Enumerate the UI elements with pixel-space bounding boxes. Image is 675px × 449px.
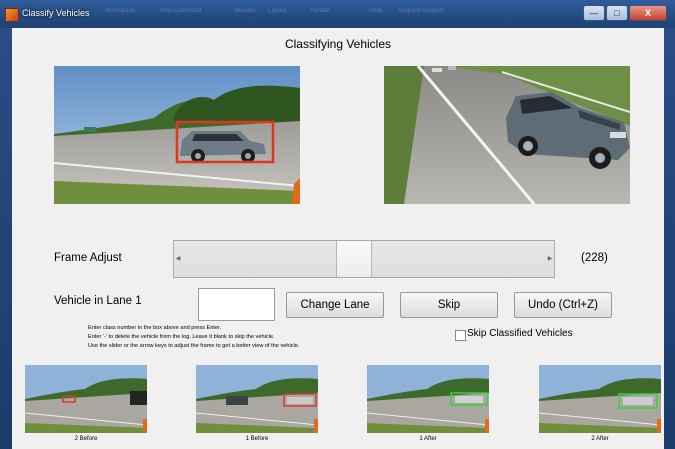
window-title: Classify Vehicles bbox=[22, 8, 90, 18]
minimize-button[interactable]: — bbox=[583, 5, 605, 21]
background-menu-item: Parallel bbox=[310, 8, 331, 14]
thumbnail-2-after bbox=[539, 365, 661, 433]
background-menu-item: Variable bbox=[234, 8, 256, 14]
thumbnail-caption: 2 After bbox=[591, 436, 609, 442]
app-window: Classify Vehicles Workspace New Command … bbox=[0, 0, 675, 449]
skip-classified-label: Skip Classified Vehicles bbox=[467, 328, 573, 339]
instruction-line: Enter '-' to delete the vehicle from the… bbox=[88, 334, 275, 340]
thumbnail-2-before bbox=[25, 365, 147, 433]
background-menu-item: Request Support bbox=[398, 8, 444, 14]
background-menu-item: Layout bbox=[268, 8, 287, 14]
current-frame-image bbox=[54, 66, 300, 204]
thumbnail-caption: 2 Before bbox=[74, 436, 98, 442]
thumbnail-caption: 1 After bbox=[419, 436, 437, 442]
change-lane-button[interactable]: Change Lane bbox=[286, 292, 384, 318]
class-number-input[interactable] bbox=[198, 288, 275, 321]
thumbnail-1-before bbox=[196, 365, 318, 433]
matlab-logo-icon bbox=[5, 8, 19, 22]
slider-right-arrow-icon[interactable]: ▶ bbox=[546, 241, 554, 277]
window-controls: — □ X bbox=[582, 5, 667, 21]
slider-thumb[interactable] bbox=[336, 241, 373, 277]
figure-panel: Classifying Vehicles Frame Adjust ◀ ▶ (2… bbox=[12, 28, 664, 449]
frame-number: (228) bbox=[581, 252, 608, 264]
vehicle-lane-label: Vehicle in Lane 1 bbox=[54, 295, 142, 307]
close-button[interactable]: X bbox=[629, 5, 667, 21]
instruction-line: Use the slider or the arrow keys to adju… bbox=[88, 343, 300, 349]
background-menu-item: New Command bbox=[160, 8, 202, 14]
skip-classified-checkbox[interactable] bbox=[455, 330, 466, 341]
frame-adjust-label: Frame Adjust bbox=[54, 252, 122, 264]
background-menu-item: Help bbox=[370, 8, 383, 14]
undo-button[interactable]: Undo (Ctrl+Z) bbox=[514, 292, 612, 318]
instruction-line: Enter class number in the box above and … bbox=[88, 325, 222, 331]
skip-button[interactable]: Skip bbox=[400, 292, 498, 318]
slider-left-arrow-icon[interactable]: ◀ bbox=[174, 241, 182, 277]
figure-title: Classifying Vehicles bbox=[284, 37, 392, 51]
thumbnail-1-after bbox=[367, 365, 489, 433]
maximize-button[interactable]: □ bbox=[606, 5, 628, 21]
zoomed-vehicle-image bbox=[384, 66, 630, 204]
frame-slider[interactable]: ◀ ▶ bbox=[173, 240, 555, 278]
thumbnail-caption: 1 Before bbox=[245, 436, 269, 442]
title-bar[interactable]: Classify Vehicles Workspace New Command … bbox=[0, 0, 675, 28]
background-menu-item: Workspace bbox=[105, 8, 135, 14]
